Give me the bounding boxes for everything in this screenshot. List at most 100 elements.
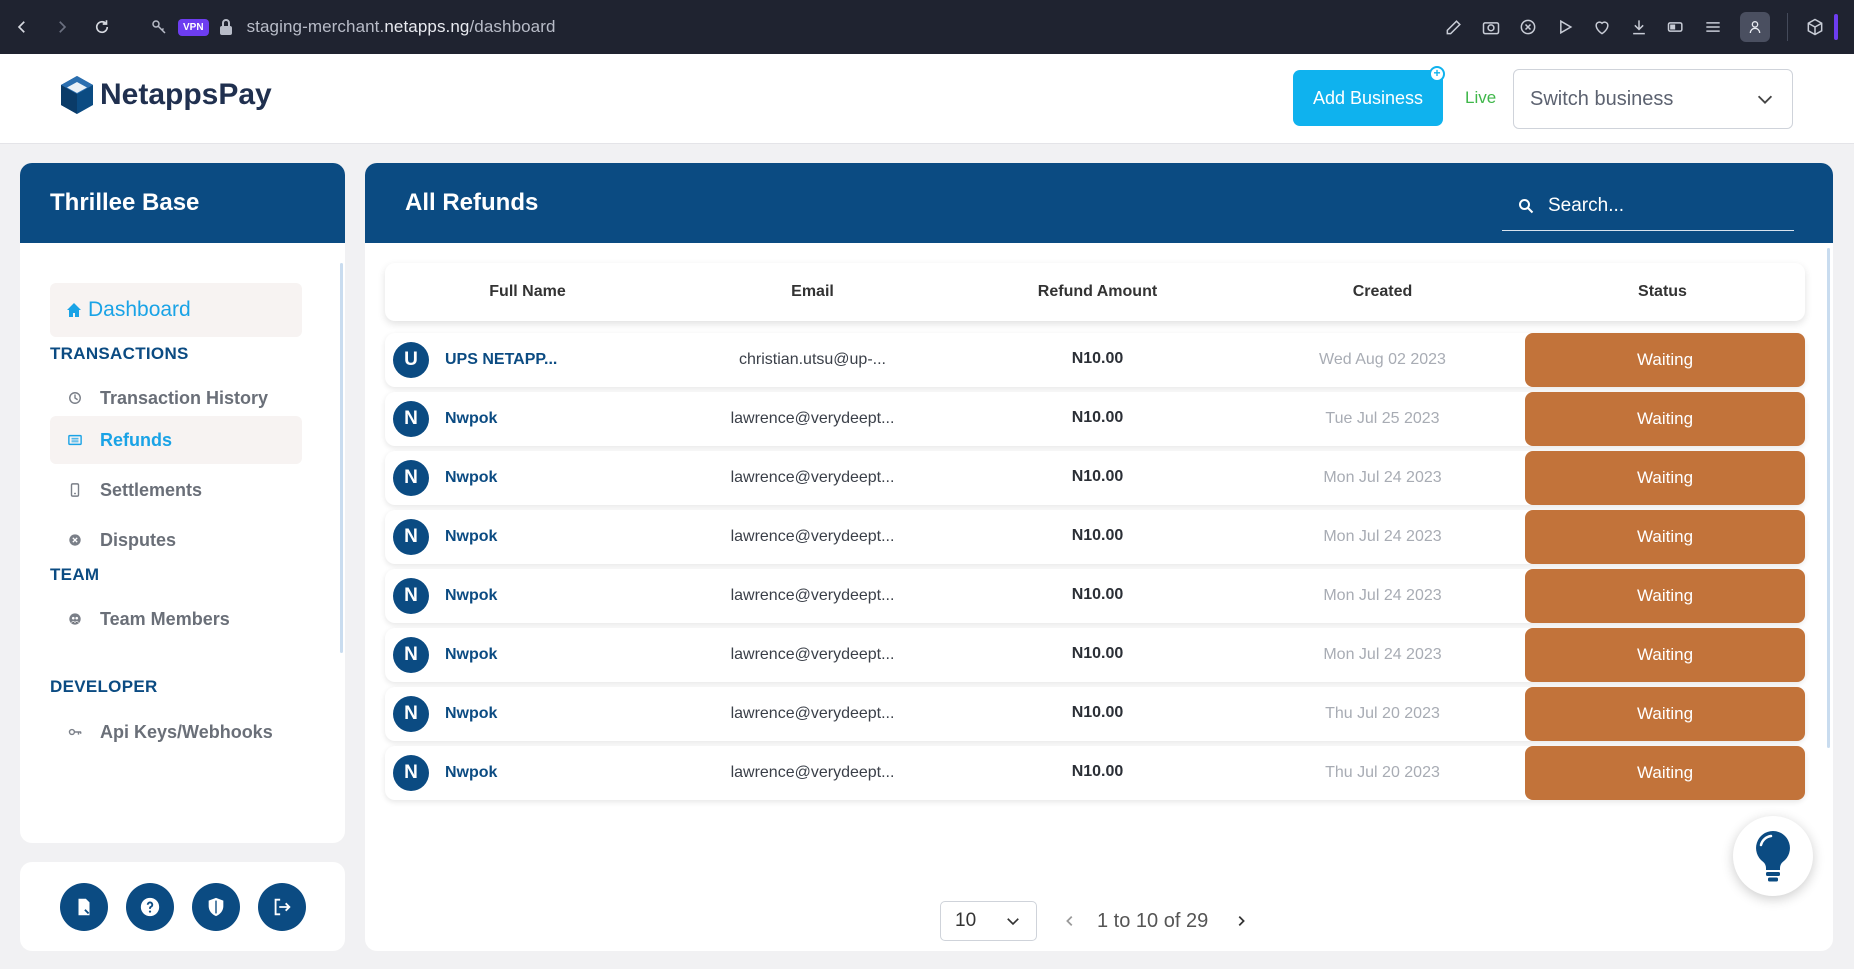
refunds-panel-header: All Refunds	[365, 163, 1833, 243]
sidebar-item-label: Refunds	[100, 429, 172, 450]
table-row[interactable]: N Nwpok lawrence@verydeept... N10.00 Thu…	[385, 687, 1805, 741]
prev-page-button[interactable]	[1059, 910, 1081, 932]
cell-created: Thu Jul 20 2023	[1325, 764, 1440, 781]
table-row[interactable]: N Nwpok lawrence@verydeept... N10.00 Thu…	[385, 746, 1805, 800]
sidebar-item-refunds[interactable]: Refunds	[50, 416, 302, 464]
cell-full-name: Nwpok	[445, 764, 498, 781]
page-size-value: 10	[955, 910, 977, 931]
document-icon	[78, 898, 89, 915]
search-input[interactable]	[1548, 194, 1768, 217]
cell-email: lawrence@verydeept...	[730, 587, 895, 604]
key-icon	[68, 728, 82, 736]
edit-icon[interactable]	[1444, 17, 1464, 37]
sidebar-item-disputes[interactable]: Disputes	[50, 516, 302, 564]
page-size-select[interactable]: 10	[940, 901, 1037, 941]
sidebar-scrollbar[interactable]	[340, 263, 343, 653]
search-box[interactable]	[1502, 181, 1794, 231]
column-header-refund-amount[interactable]: Refund Amount	[955, 283, 1240, 301]
user-icon	[1749, 21, 1761, 34]
add-business-label: Add Business	[1312, 87, 1424, 108]
cell-created: Mon Jul 24 2023	[1323, 646, 1442, 663]
cell-full-name: Nwpok	[445, 469, 498, 486]
status-badge[interactable]: Waiting	[1525, 392, 1805, 446]
status-badge[interactable]: Waiting	[1525, 628, 1805, 682]
cell-created: Tue Jul 25 2023	[1325, 410, 1440, 427]
cube-icon[interactable]	[1805, 17, 1825, 37]
cell-email: lawrence@verydeept...	[730, 705, 895, 722]
adblock-icon[interactable]	[1518, 17, 1538, 37]
status-badge[interactable]: Waiting	[1525, 746, 1805, 800]
back-button[interactable]	[4, 9, 40, 45]
switch-business-label: Switch business	[1530, 87, 1674, 110]
avatar: N	[393, 637, 429, 673]
cell-refund-amount: N10.00	[1071, 704, 1124, 721]
table-row[interactable]: N Nwpok lawrence@verydeept... N10.00 Mon…	[385, 510, 1805, 564]
column-header-status[interactable]: Status	[1520, 283, 1805, 301]
security-button[interactable]	[191, 882, 240, 931]
sidebar-item-label: Disputes	[100, 529, 177, 550]
vpn-badge[interactable]: VPN	[178, 18, 209, 36]
menu-icon[interactable]	[1703, 17, 1723, 37]
table-row[interactable]: N Nwpok lawrence@verydeept... N10.00 Mon…	[385, 451, 1805, 505]
url-prefix: staging-merchant.	[246, 17, 385, 36]
sidebar-item-api-keys[interactable]: Api Keys/Webhooks	[50, 708, 302, 756]
logout-button[interactable]	[257, 882, 306, 931]
cell-full-name: Nwpok	[445, 587, 498, 604]
play-icon[interactable]	[1555, 17, 1575, 37]
table-scrollbar[interactable]	[1827, 248, 1830, 748]
netapps-cube-logo-icon	[61, 76, 93, 114]
history-icon	[69, 392, 81, 404]
cell-refund-amount: N10.00	[1071, 645, 1124, 662]
table-row[interactable]: N Nwpok lawrence@verydeept... N10.00 Mon…	[385, 569, 1805, 623]
sidebar-item-label: Settlements	[100, 479, 203, 500]
url-path: /dashboard	[469, 17, 556, 36]
receipt-icon	[68, 434, 82, 446]
sidebar-item-dashboard[interactable]: Dashboard	[50, 283, 302, 337]
status-badge[interactable]: Waiting	[1525, 687, 1805, 741]
sidebar-item-label: Transaction History	[100, 387, 269, 408]
column-header-created[interactable]: Created	[1240, 283, 1525, 301]
logo[interactable]: NetappsPay	[58, 74, 272, 116]
browser-toolbar: VPN staging-merchant.netapps.ng/dashboar…	[0, 0, 1854, 54]
download-icon[interactable]	[1629, 17, 1649, 37]
profile-button[interactable]	[1740, 12, 1770, 42]
section-transactions: TRANSACTIONS	[50, 344, 189, 363]
switch-business-dropdown[interactable]: Switch business	[1513, 69, 1793, 129]
key-icon	[152, 20, 166, 34]
camera-icon[interactable]	[1481, 17, 1501, 37]
shield-icon	[208, 897, 223, 916]
cell-created: Mon Jul 24 2023	[1323, 587, 1442, 604]
section-team: TEAM	[50, 565, 100, 584]
document-button[interactable]	[59, 882, 108, 931]
column-header-email[interactable]: Email	[670, 283, 955, 301]
reload-button[interactable]	[84, 9, 120, 45]
cell-email: lawrence@verydeept...	[730, 646, 895, 663]
address-bar[interactable]: VPN staging-merchant.netapps.ng/dashboar…	[150, 9, 1444, 45]
status-badge[interactable]: Waiting	[1525, 510, 1805, 564]
sidebar-item-settlements[interactable]: Settlements	[50, 466, 302, 514]
app-header: NetappsPay Add Business + Live Switch bu…	[0, 54, 1854, 144]
sidebar-accent	[1834, 14, 1838, 40]
battery-icon[interactable]	[1666, 17, 1686, 37]
table-row[interactable]: N Nwpok lawrence@verydeept... N10.00 Mon…	[385, 628, 1805, 682]
help-button[interactable]	[125, 882, 174, 931]
add-business-button[interactable]: Add Business +	[1293, 66, 1445, 126]
status-badge[interactable]: Waiting	[1525, 451, 1805, 505]
url-text: staging-merchant.netapps.ng/dashboard	[247, 17, 556, 37]
status-badge[interactable]: Waiting	[1525, 569, 1805, 623]
forward-button[interactable]	[44, 9, 80, 45]
table-row[interactable]: U UPS NETAPP... christian.utsu@up-... N1…	[385, 333, 1805, 387]
column-header-full-name[interactable]: Full Name	[385, 283, 670, 301]
sidebar-item-team-members[interactable]: Team Members	[50, 595, 302, 643]
tips-button[interactable]	[1733, 816, 1813, 896]
table-header: Full Name Email Refund Amount Created St…	[385, 263, 1805, 321]
heart-icon[interactable]	[1592, 17, 1612, 37]
sidebar-item-transaction-history[interactable]: Transaction History	[50, 374, 302, 422]
next-page-button[interactable]	[1230, 910, 1252, 932]
avatar: N	[393, 578, 429, 614]
live-mode-label[interactable]: Live	[1465, 88, 1496, 108]
status-badge[interactable]: Waiting	[1525, 333, 1805, 387]
table-row[interactable]: N Nwpok lawrence@verydeept... N10.00 Tue…	[385, 392, 1805, 446]
cell-email: lawrence@verydeept...	[730, 528, 895, 545]
cell-email: lawrence@verydeept...	[730, 410, 895, 427]
